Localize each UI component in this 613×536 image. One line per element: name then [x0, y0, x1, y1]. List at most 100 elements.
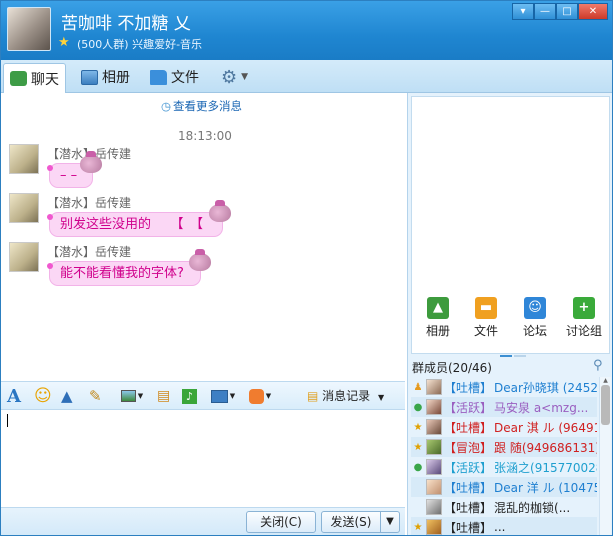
qq-group-chat-window: 苦咖啡 不加糖 乂 ★ (500人群) 兴趣爱好-音乐 ▾ — □ ✕ 聊天 相… — [0, 0, 613, 536]
sender-line: 【潜水】岳传建 — [47, 243, 131, 260]
folder-icon — [150, 69, 167, 85]
message-timestamp: 18:13:00 — [178, 129, 232, 143]
member-row[interactable]: 【吐槽】 混乱的枷锁(... — [411, 497, 597, 517]
member-tag: 【吐槽】 — [444, 420, 493, 435]
app-album[interactable]: ▲ 相册 — [416, 297, 460, 339]
view-more-messages-link[interactable]: ◷ 查看更多消息 — [161, 98, 242, 114]
member-list[interactable]: ♟ 【吐槽】 Dear孙晓琪 (2452... ● 【活跃】 马安泉 a<mzg… — [411, 377, 597, 535]
album-app-icon: ▲ — [427, 297, 449, 319]
album-icon — [81, 69, 98, 85]
tab-files-label: 文件 — [171, 70, 199, 86]
clock-icon: ◷ — [161, 99, 172, 113]
member-name: Dear孙晓琪 (2452... — [494, 380, 597, 395]
group-avatar[interactable] — [7, 7, 51, 51]
bubble-pig-decoration-icon — [80, 151, 102, 173]
member-name: ... — [494, 520, 506, 534]
tab-files[interactable]: 文件 — [144, 63, 205, 91]
sender-tag: 【潜水】 — [47, 196, 96, 210]
member-avatar — [426, 499, 442, 515]
app-album-label: 相册 — [425, 324, 450, 338]
menu-button[interactable]: ▾ — [512, 3, 534, 20]
file-send-icon[interactable]: ▤ — [157, 386, 170, 406]
discussion-app-icon: + — [573, 297, 595, 319]
member-avatar — [426, 379, 442, 395]
user-icon: ♟ — [413, 381, 423, 393]
gear-icon: ⚙ — [221, 66, 238, 88]
message-history-label: 消息记录 — [322, 389, 371, 403]
member-avatar — [426, 519, 442, 535]
chat-icon — [10, 71, 27, 86]
bubble-pig-decoration-icon — [209, 200, 231, 222]
member-name: 混乱的枷锁(... — [494, 500, 571, 515]
emoji-icon[interactable]: ☺ — [34, 386, 52, 406]
chevron-down-icon: ▼ — [378, 393, 385, 402]
forum-app-icon: ☺ — [524, 297, 546, 319]
chat-messages-pane[interactable]: ◷ 查看更多消息 18:13:00 【潜水】岳传建 – – 【潜水】岳传建 别发这… — [1, 93, 405, 379]
close-window-button[interactable]: ✕ — [578, 3, 608, 20]
sender-avatar[interactable] — [9, 144, 39, 174]
star-status-icon: ★ — [413, 421, 423, 433]
screenshot-icon[interactable]: ▼ — [208, 386, 238, 406]
note-icon[interactable]: ✎ — [89, 386, 102, 406]
sender-avatar[interactable] — [9, 242, 39, 272]
sender-name[interactable]: 岳传建 — [95, 245, 131, 259]
app-forum-label: 论坛 — [522, 324, 547, 338]
sender-name[interactable]: 岳传建 — [95, 196, 131, 210]
app-forum[interactable]: ☺ 论坛 — [513, 297, 557, 339]
chat-status-icon: ● — [413, 401, 423, 413]
message-input[interactable] — [1, 410, 405, 507]
member-tag: 【吐槽】 — [444, 480, 493, 495]
view-more-messages-label[interactable]: 查看更多消息 — [173, 99, 242, 113]
send-button[interactable]: 发送(S) — [321, 511, 381, 533]
message-bubble: 别发这些没用的 【 【 — [47, 212, 223, 237]
minimize-button[interactable]: — — [534, 3, 556, 20]
message-history-button[interactable]: ▤ 消息记录 ▼ — [307, 387, 384, 404]
image-icon[interactable]: ▼ — [119, 386, 145, 406]
group-name: 苦咖啡 不加糖 乂 — [61, 14, 191, 34]
star-status-icon: ★ — [413, 441, 423, 453]
member-row[interactable]: ● 【活跃】 马安泉 a<mzg... — [411, 397, 597, 417]
member-row[interactable]: ★ 【吐槽】 ... — [411, 517, 597, 535]
tab-bar: 聊天 相册 文件 ⚙ ▼ — [1, 60, 612, 93]
app-discussion[interactable]: + 讨论组 — [562, 297, 606, 339]
bottom-bar: 关闭(C) 发送(S) ▼ — [1, 507, 405, 535]
magic-face-icon[interactable]: ▼ — [246, 386, 274, 406]
member-name: 马安泉 a<mzg... — [494, 400, 589, 415]
member-tag: 【吐槽】 — [444, 520, 493, 535]
member-list-scrollbar[interactable]: ▲ — [599, 377, 611, 535]
scroll-thumb[interactable] — [601, 385, 610, 425]
right-sidebar: ▲ 相册 ▬ 文件 ☺ 论坛 + 讨论组 群成员(20/46) ⚲ ♟ 【吐槽】… — [407, 93, 612, 535]
font-icon[interactable]: A — [7, 386, 21, 407]
member-tag: 【活跃】 — [444, 460, 493, 475]
title-bar: 苦咖啡 不加糖 乂 ★ (500人群) 兴趣爱好-音乐 ▾ — □ ✕ — [1, 1, 612, 60]
app-files[interactable]: ▬ 文件 — [464, 297, 508, 339]
close-button[interactable]: 关闭(C) — [246, 511, 316, 533]
send-options-button[interactable]: ▼ — [380, 511, 400, 533]
member-row[interactable]: ★ 【冒泡】 跟 随(949686131) — [411, 437, 597, 457]
app-discussion-label: 讨论组 — [565, 324, 602, 338]
group-apps-panel: ▲ 相册 ▬ 文件 ☺ 论坛 + 讨论组 — [411, 96, 610, 357]
maximize-button[interactable]: □ — [556, 3, 578, 20]
bubble-pig-decoration-icon — [189, 249, 211, 271]
member-row[interactable]: ♟ 【吐槽】 Dear孙晓琪 (2452... — [411, 377, 597, 397]
member-row[interactable]: ● 【活跃】 张涵之(915770028) — [411, 457, 597, 477]
tab-settings[interactable]: ⚙ ▼ — [215, 63, 254, 91]
music-icon[interactable]: ♪ — [182, 386, 197, 406]
group-info: (500人群) 兴趣爱好-音乐 — [77, 38, 203, 51]
member-row[interactable]: 【吐槽】 Dear 洋 ル (10475... — [411, 477, 597, 497]
member-avatar — [426, 439, 442, 455]
member-row[interactable]: ★ 【吐槽】 Dear 淇 ル (96491... — [411, 417, 597, 437]
member-avatar — [426, 399, 442, 415]
tab-chat[interactable]: 聊天 — [3, 63, 66, 93]
scroll-up-arrow-icon[interactable]: ▲ — [601, 377, 610, 384]
chevron-down-icon: ▼ — [241, 72, 249, 82]
page-indicator — [500, 346, 528, 357]
member-avatar — [426, 479, 442, 495]
nudge-icon[interactable]: ▲ — [61, 386, 73, 406]
window-controls: ▾ — □ ✕ — [512, 3, 608, 20]
app-files-label: 文件 — [473, 324, 498, 338]
sender-avatar[interactable] — [9, 193, 39, 223]
member-name: 跟 随(949686131) — [494, 440, 597, 455]
search-icon[interactable]: ⚲ — [593, 358, 603, 373]
tab-album[interactable]: 相册 — [75, 63, 136, 91]
